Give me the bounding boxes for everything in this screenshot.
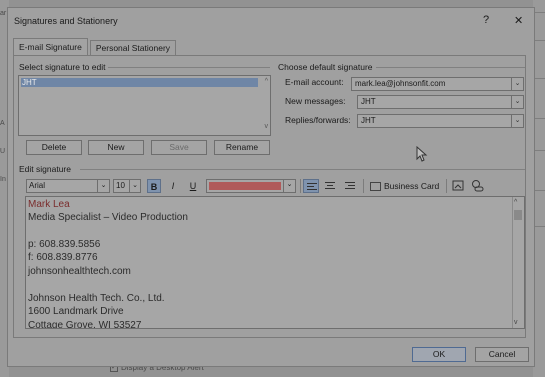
scroll-down-icon[interactable]: v [514, 319, 518, 326]
signature-line: Cottage Grove, WI 53527 [28, 320, 142, 329]
signature-list[interactable]: JHT ^ v [18, 75, 271, 136]
signature-line: Johnson Health Tech. Co., Ltd. [28, 293, 165, 304]
font-value: Arial [29, 181, 46, 190]
replies-select[interactable]: JHT ⌄ [357, 114, 524, 128]
chevron-down-icon[interactable]: ⌄ [283, 180, 295, 192]
tab-personal-stationery[interactable]: Personal Stationery [89, 40, 177, 55]
email-account-select[interactable]: mark.lea@johnsonfit.com ⌄ [351, 77, 524, 91]
align-right-button[interactable] [342, 179, 358, 193]
new-messages-value: JHT [361, 97, 376, 106]
save-button[interactable]: Save [151, 140, 207, 155]
bg-fragment: ar [0, 10, 7, 17]
edit-signature-label: Edit signature [19, 164, 74, 174]
editor-scrollbar[interactable]: ^ v [512, 197, 524, 328]
scroll-thumb[interactable] [514, 210, 522, 220]
ok-button[interactable]: OK [412, 347, 466, 362]
chevron-down-icon[interactable]: ⌄ [511, 78, 523, 90]
bold-button[interactable]: B [147, 179, 161, 193]
insert-picture-icon[interactable] [452, 179, 466, 193]
chevron-down-icon[interactable]: ⌄ [511, 115, 523, 127]
new-button[interactable]: New [88, 140, 144, 155]
cancel-button[interactable]: Cancel [475, 347, 529, 362]
dialog-title: Signatures and Stationery [14, 16, 118, 26]
underline-button[interactable]: U [186, 179, 200, 193]
tab-email-signature[interactable]: E-mail Signature [13, 38, 88, 55]
scroll-up-icon[interactable]: ^ [265, 78, 268, 85]
font-color-swatch [209, 182, 281, 190]
bg-fragment: In [0, 176, 6, 183]
default-signature-label: Choose default signature [278, 62, 376, 72]
close-button[interactable]: ✕ [514, 14, 523, 27]
signature-line: 1600 Landmark Drive [28, 306, 124, 317]
toolbar-divider [300, 179, 301, 193]
chevron-down-icon[interactable]: ⌄ [129, 180, 140, 192]
font-select[interactable]: Arial ⌄ [26, 179, 110, 193]
signature-line: Media Specialist – Video Production [28, 212, 188, 223]
signature-line: johnsonhealthtech.com [28, 266, 131, 277]
font-color-picker[interactable]: ⌄ [206, 179, 296, 193]
align-center-button[interactable] [322, 179, 338, 193]
new-messages-select[interactable]: JHT ⌄ [357, 95, 524, 109]
tab-strip: E-mail Signature Personal Stationery [13, 38, 178, 56]
signature-line: p: 608.839.5856 [28, 239, 101, 250]
help-button[interactable]: ? [483, 14, 489, 26]
scroll-down-icon[interactable]: v [265, 123, 269, 130]
business-card-icon [370, 181, 381, 191]
size-value: 10 [116, 181, 125, 190]
replies-value: JHT [361, 116, 376, 125]
insert-hyperlink-icon[interactable] [471, 179, 485, 193]
business-card-button[interactable]: Business Card [370, 179, 439, 193]
email-account-value: mark.lea@johnsonfit.com [355, 79, 446, 88]
select-signature-label: Select signature to edit [19, 62, 109, 72]
new-messages-label: New messages: [285, 96, 346, 106]
rename-button[interactable]: Rename [214, 140, 270, 155]
business-card-label: Business Card [384, 181, 440, 191]
bg-fragment: A [0, 120, 5, 127]
bg-fragment: U [0, 148, 6, 155]
signature-editor[interactable]: Mark Lea Media Specialist – Video Produc… [25, 196, 525, 329]
mouse-cursor-icon [416, 146, 428, 162]
replies-label: Replies/forwards: [285, 115, 351, 125]
toolbar-divider [363, 179, 364, 193]
align-left-button[interactable] [303, 179, 319, 193]
signature-list-item[interactable]: JHT [21, 78, 258, 87]
chevron-down-icon[interactable]: ⌄ [97, 180, 109, 192]
size-select[interactable]: 10 ⌄ [113, 179, 141, 193]
signature-line: f: 608.839.8776 [28, 252, 98, 263]
divider [80, 169, 525, 170]
signature-line: Mark Lea [28, 199, 70, 210]
chevron-down-icon[interactable]: ⌄ [511, 96, 523, 108]
delete-button[interactable]: Delete [26, 140, 82, 155]
title-bar: Signatures and Stationery ? ✕ [8, 8, 534, 34]
italic-button[interactable]: I [166, 179, 180, 193]
email-account-label: E-mail account: [285, 77, 344, 87]
scroll-up-icon[interactable]: ^ [514, 199, 517, 206]
toolbar-divider [446, 179, 447, 193]
